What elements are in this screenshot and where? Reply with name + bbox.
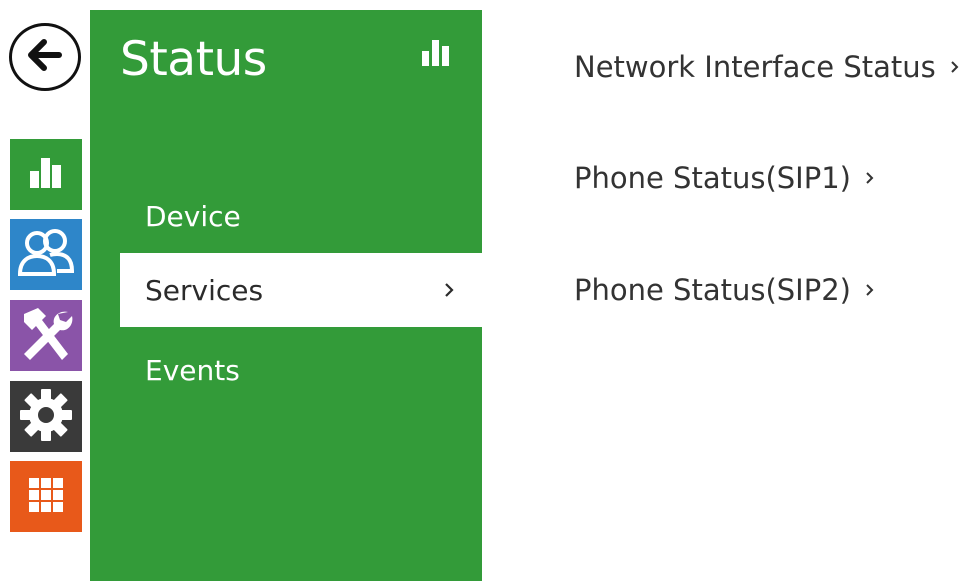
chevron-right-icon [950, 60, 959, 74]
rail-hardware-button[interactable] [10, 300, 82, 371]
menu-item-services[interactable]: Services [120, 253, 482, 327]
back-arrow-icon [28, 39, 62, 75]
tools-icon [16, 304, 76, 368]
status-panel: Status Device Services Events [90, 10, 482, 581]
menu-item-events[interactable]: Events [120, 333, 482, 407]
chevron-right-icon [444, 253, 454, 327]
page-title: Status [120, 32, 267, 87]
network-interface-status-link[interactable]: Network Interface Status [574, 50, 959, 84]
bar-chart-icon [29, 157, 63, 192]
gear-icon [19, 388, 73, 446]
menu-item-device[interactable]: Device [120, 179, 482, 253]
rail-directory-button[interactable] [10, 219, 82, 290]
menu-item-label: Events [145, 353, 240, 387]
menu-item-label: Device [145, 199, 241, 233]
rail-services-button[interactable] [10, 461, 82, 532]
chevron-right-icon [865, 283, 874, 297]
link-label: Network Interface Status [574, 50, 936, 84]
rail-system-button[interactable] [10, 381, 82, 452]
back-button[interactable] [9, 23, 81, 91]
link-label: Phone Status(SIP1) [574, 161, 851, 195]
menu-item-label: Services [145, 273, 264, 307]
chevron-right-icon [865, 171, 874, 185]
grid-icon [29, 477, 63, 516]
phone-status-sip2-link[interactable]: Phone Status(SIP2) [574, 273, 874, 307]
phone-status-sip1-link[interactable]: Phone Status(SIP1) [574, 161, 874, 195]
bar-chart-icon [422, 40, 450, 70]
rail-status-button[interactable] [10, 139, 82, 210]
link-label: Phone Status(SIP2) [574, 273, 851, 307]
users-icon [17, 228, 75, 282]
